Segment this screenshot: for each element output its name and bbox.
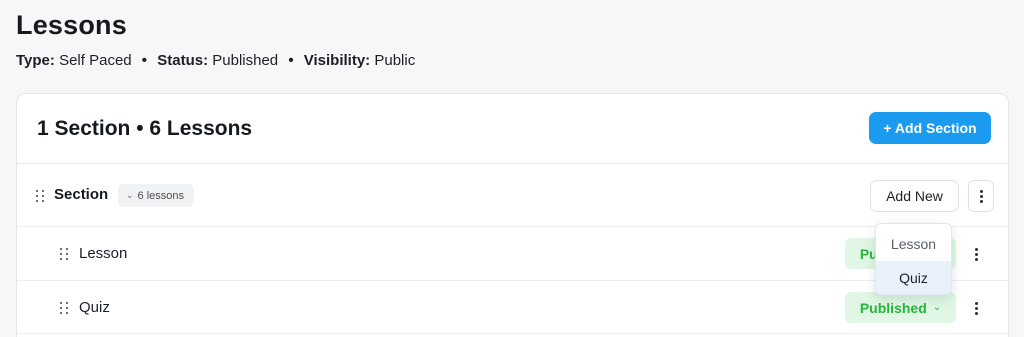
status-value: Published [212,52,279,69]
drag-handle-icon[interactable] [60,302,68,314]
visibility-label: Visibility: [303,52,371,69]
section-row[interactable]: Section ⌄ 6 lessons Add New [17,164,1008,227]
drag-handle-icon[interactable] [60,248,68,260]
page-title: Lessons [16,10,127,40]
menu-item-lesson[interactable]: Lesson [876,227,951,261]
menu-item-quiz[interactable]: Quiz [876,261,951,294]
course-meta: Type: Self Paced • Status: Published • V… [16,52,415,69]
lesson-count-text: 6 lessons [137,189,185,202]
list-item[interactable]: Lesson Published ⌄ [17,227,1008,281]
card-header: 1 Section • 6 Lessons + Add Section [17,94,1008,164]
card-title: 1 Section • 6 Lessons [37,117,253,140]
add-new-button[interactable]: Add New [870,180,959,212]
status-label: Status: [157,52,209,69]
chevron-down-icon: ⌄ [126,190,134,200]
kebab-menu-icon [979,189,983,203]
visibility-value: Public [374,52,416,69]
section-title: Section [54,186,109,203]
item-title: Lesson [79,245,128,262]
lesson-count-badge[interactable]: ⌄ 6 lessons [118,184,195,207]
meta-separator: • [141,52,148,69]
list-item[interactable]: Quiz Published ⌄ [17,281,1008,334]
add-new-dropdown-menu: Lesson Quiz [875,223,952,295]
section-menu-button[interactable] [968,180,994,212]
meta-separator: • [288,52,294,69]
kebab-menu-icon[interactable] [975,302,978,315]
curriculum-card: 1 Section • 6 Lessons + Add Section Sect… [16,93,1009,337]
type-value: Self Paced [59,52,132,69]
kebab-menu-icon[interactable] [975,248,978,261]
item-title: Quiz [79,299,110,316]
status-text: Published [859,299,927,316]
add-section-button[interactable]: + Add Section [869,112,991,144]
type-label: Type: [16,52,55,69]
drag-handle-icon[interactable] [36,190,44,202]
status-dropdown[interactable]: Published ⌄ [845,292,956,323]
chevron-down-icon: ⌄ [932,302,942,313]
